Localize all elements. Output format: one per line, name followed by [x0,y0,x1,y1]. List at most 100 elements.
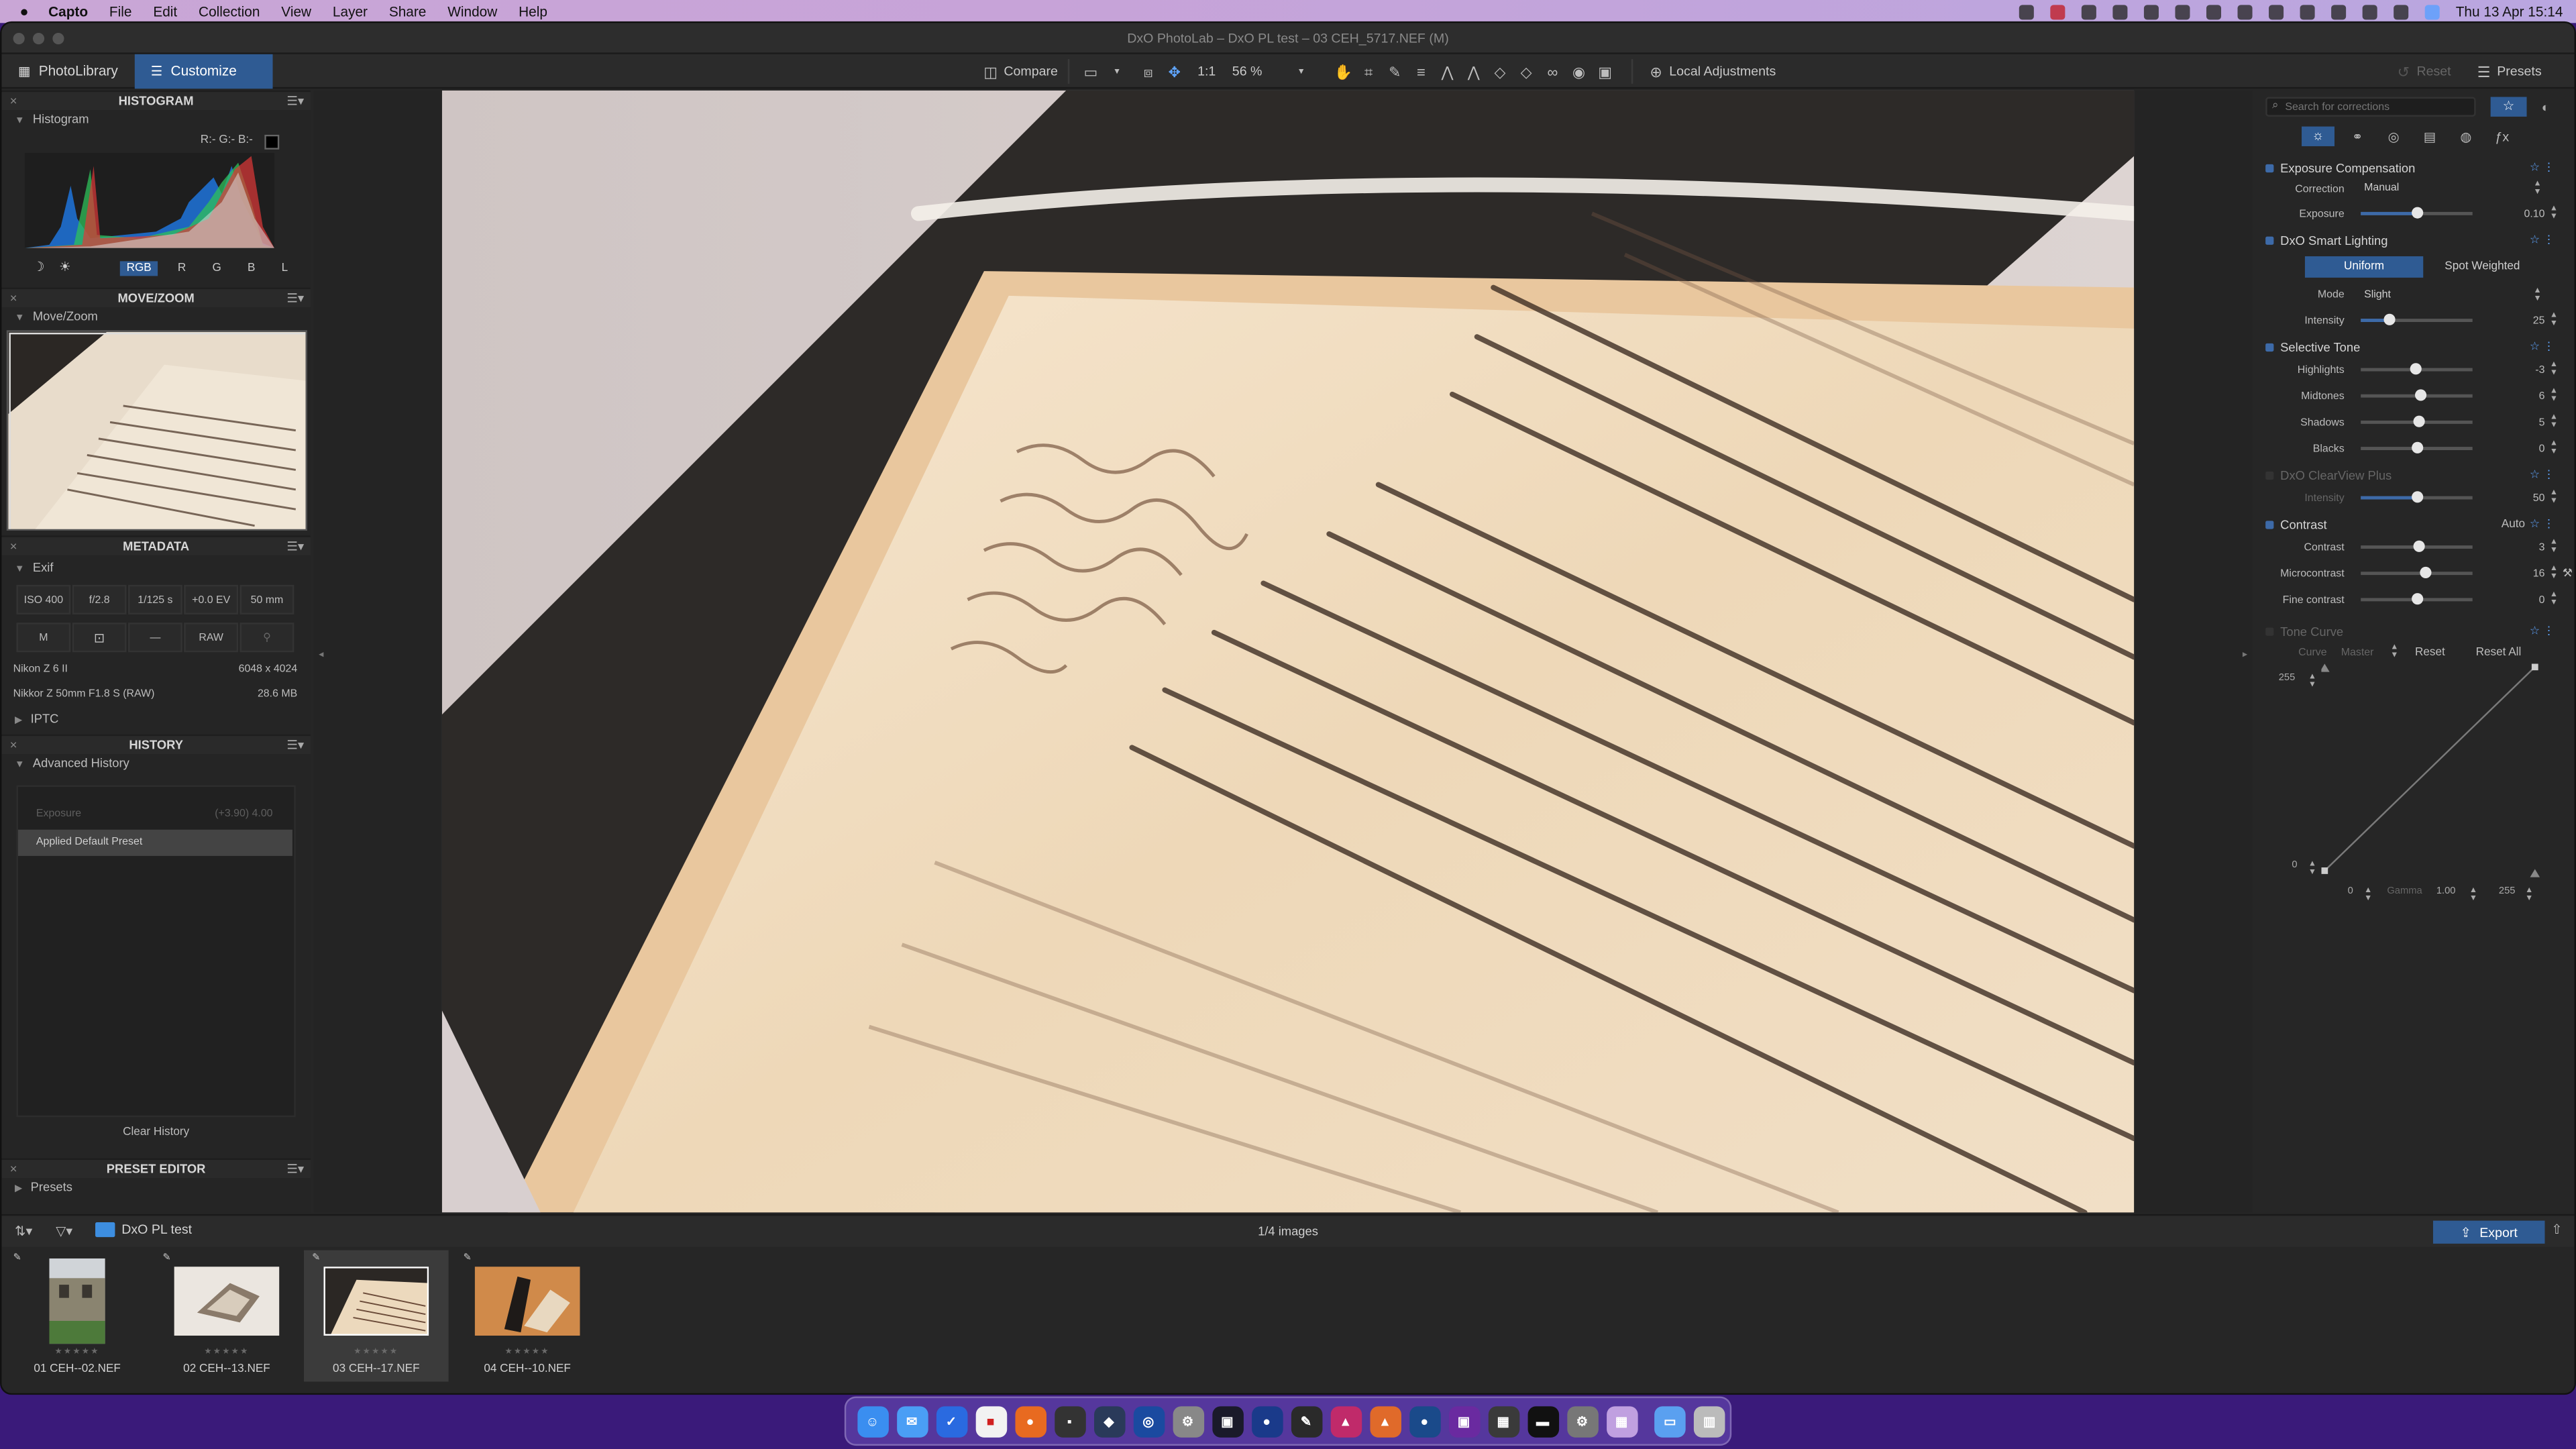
menu-view[interactable]: View [281,3,311,19]
status-icon[interactable] [2206,4,2221,19]
curve-select[interactable]: Master [2341,647,2374,658]
close-icon[interactable]: × [10,537,17,557]
horizon-icon[interactable]: ≡ [1413,63,1429,79]
chevron-down-icon[interactable]: ▼ [1109,63,1125,79]
stepper-icon[interactable]: ▲ ▼ [2469,886,2477,903]
menu-file[interactable]: File [109,3,132,19]
minimize-window-button[interactable] [32,32,45,45]
contrast-value[interactable]: 3 [2539,541,2545,553]
midtones-slider[interactable] [2361,389,2473,401]
tone-curve-reset-button[interactable]: Reset [2415,647,2445,658]
presets-button[interactable]: ☰ Presets [2461,59,2551,84]
calendar-icon[interactable]: ■ [975,1405,1007,1437]
finecontrast-slider[interactable] [2361,593,2473,605]
channel-rgb[interactable]: RGB [119,261,158,276]
main-photo[interactable] [441,90,2135,1213]
navigator-thumbnail[interactable] [6,330,307,531]
mode-select[interactable]: Slight [2364,286,2538,303]
contrast-auto-button[interactable]: Auto [2502,519,2525,530]
menu-edit[interactable]: Edit [153,3,177,19]
spot-weighted-button[interactable]: Spot Weighted [2423,256,2541,277]
apple-icon[interactable]: ● [19,3,28,19]
detail-palette-icon[interactable]: ◎ [2377,129,2410,144]
stepper-icon[interactable]: ▲ ▼ [2550,564,2558,581]
stepper-icon[interactable]: ▲ ▼ [2525,886,2533,903]
tone-curve-reset-all-button[interactable]: Reset All [2476,647,2522,658]
star-icon[interactable]: ☆ ⋮ [2530,517,2555,531]
dxo-icon[interactable]: ◆ [1093,1405,1125,1437]
image-viewer[interactable]: ◂ ▸ [313,90,2253,1213]
tone-curve-header[interactable]: Tone Curve ☆ ⋮ [2255,621,2574,641]
tab-photolibrary[interactable]: ▦ PhotoLibrary [1,54,134,88]
status-icon[interactable] [2049,4,2065,19]
pen-icon[interactable]: ✎ [1290,1405,1322,1437]
control-center-icon[interactable] [2393,4,2408,19]
split-view-icon[interactable]: ▭ [1083,63,1099,79]
smart-lighting-header[interactable]: DxO Smart Lighting ☆ ⋮ [2255,230,2574,250]
uniform-button[interactable]: Uniform [2304,255,2424,277]
geometry-palette-icon[interactable]: ▤ [2414,129,2447,144]
toggle-icon[interactable] [2265,520,2274,529]
slider-knob[interactable] [2410,363,2422,375]
color-palette-icon[interactable]: ⚭ [2341,129,2374,144]
close-icon[interactable]: × [10,289,17,309]
menu-help[interactable]: Help [519,3,547,19]
perspective-icon[interactable]: ⋀ [1466,63,1482,79]
finecontrast-value[interactable]: 0 [2539,594,2545,605]
light-palette-icon[interactable]: ☼ [2302,126,2335,146]
slider-knob[interactable] [2412,207,2424,219]
capto-icon[interactable]: ▣ [1448,1405,1480,1437]
rating-stars[interactable]: ★★★★★ [455,1347,600,1357]
star-icon[interactable]: ☆ ⋮ [2530,625,2555,637]
menu-layer[interactable]: Layer [333,3,368,19]
slider-knob[interactable] [2412,441,2424,453]
metadata-header[interactable]: × METADATA ☰▾ [1,535,311,557]
exposure-compensation-header[interactable]: Exposure Compensation ☆ ⋮ [2255,158,2574,177]
midtones-value[interactable]: 6 [2539,390,2545,402]
tone-curve-output-min[interactable]: 0 [2292,861,2297,871]
rating-stars[interactable]: ★★★★★ [304,1347,449,1357]
history-item[interactable]: Exposure (+3.90) 4.00 [18,804,294,826]
close-icon[interactable]: × [10,92,17,111]
preset-editor-header[interactable]: × PRESET EDITOR ☰▾ [1,1158,311,1179]
collapse-left-icon[interactable]: ◂ [319,649,323,661]
blacks-value[interactable]: 0 [2539,443,2545,454]
photolab-icon[interactable]: ▣ [1212,1405,1243,1437]
stepper-icon[interactable]: ▲ ▼ [2550,361,2558,378]
microcontrast-value[interactable]: 16 [2533,568,2545,579]
menu-share[interactable]: Share [389,3,427,19]
menu-collection[interactable]: Collection [199,3,260,19]
menu-icon[interactable]: ☰▾ [286,736,304,755]
export-button[interactable]: ⇪ Export [2432,1220,2545,1244]
fit-icon[interactable]: ⧈ [1140,63,1156,79]
intensity-slider[interactable] [2361,313,2473,325]
collapse-right-icon[interactable]: ▸ [2243,649,2247,661]
stepper-icon[interactable]: ▲ ▼ [2550,205,2558,221]
close-icon[interactable]: × [10,736,17,755]
search-icon[interactable] [2362,4,2377,19]
s-app-icon[interactable]: ● [1409,1405,1440,1437]
iptc-subheader[interactable]: ▶ IPTC [1,710,310,729]
menubar-clock[interactable]: Thu 13 Apr 15:14 [2456,3,2563,19]
advanced-history-subheader[interactable]: ▼ Advanced History [1,754,310,773]
movezoom-subheader[interactable]: ▼ Move/Zoom [1,307,310,327]
clone-icon[interactable]: ◇ [1518,63,1534,79]
channel-b[interactable]: B [241,261,262,276]
clearview-intensity-slider[interactable] [2361,491,2473,503]
chevron-down-icon[interactable]: ▼ [1293,63,1309,79]
star-icon[interactable]: ☆ ⋮ [2530,233,2555,246]
close-icon[interactable]: × [10,1160,17,1179]
favorites-star-button[interactable]: ☆ [2490,97,2527,117]
contrast-header[interactable]: Contrast Auto ☆ ⋮ [2255,515,2574,534]
menu-icon[interactable]: ☰▾ [286,289,304,309]
launchpad-icon[interactable]: ▦ [1605,1405,1638,1437]
star-icon[interactable]: ☆ ⋮ [2530,340,2555,353]
stepper-icon[interactable]: ▲ ▼ [2308,860,2316,877]
clearview-header[interactable]: DxO ClearView Plus ☆ ⋮ [2255,465,2574,484]
firefox-icon[interactable]: ● [1014,1405,1046,1437]
stepper-icon[interactable]: ▲ ▼ [2550,413,2558,430]
slider-knob[interactable] [2415,389,2427,401]
bluetooth-icon[interactable] [2268,4,2284,19]
slider-knob[interactable] [2414,540,2426,552]
folder-icon[interactable]: ▭ [1654,1405,1686,1437]
